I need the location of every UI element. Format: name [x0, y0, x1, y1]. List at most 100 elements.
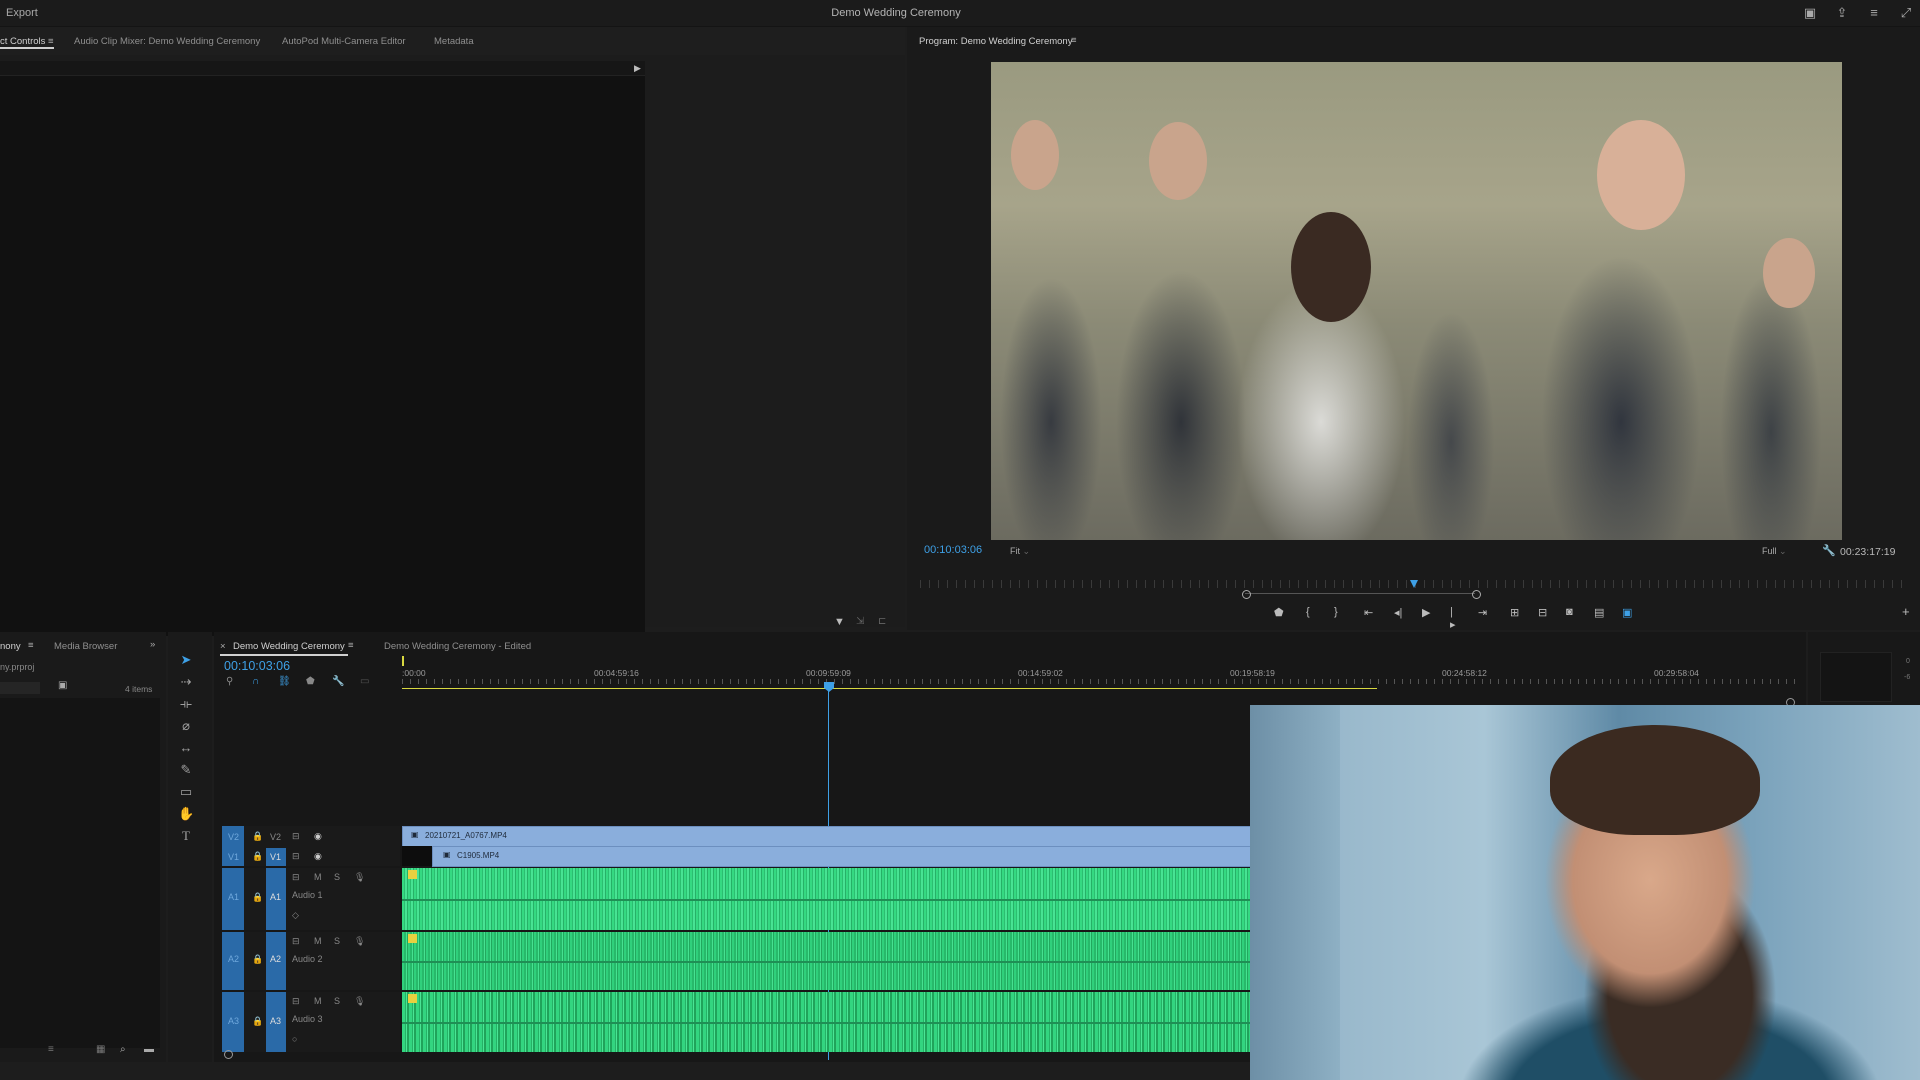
work-area-bar[interactable]: [402, 688, 1377, 689]
lock-icon[interactable]: 🔒: [252, 892, 263, 903]
track-target-a1[interactable]: A1: [266, 868, 286, 930]
mute-button[interactable]: M: [314, 996, 322, 1006]
sync-lock-icon[interactable]: ⊟: [292, 872, 300, 883]
settings-small-icon[interactable]: ⊏: [878, 616, 886, 627]
export-frame-icon[interactable]: ⇲: [856, 616, 864, 627]
hand-tool-icon[interactable]: ✋: [178, 806, 194, 822]
track-target-v2[interactable]: V2: [266, 826, 286, 848]
wrench-icon[interactable]: 🔧: [1822, 544, 1836, 557]
filter-icon[interactable]: ▼: [834, 616, 845, 628]
zoom-handle-right[interactable]: [1472, 590, 1481, 599]
audio-clip-a2[interactable]: [402, 932, 1252, 990]
linked-selection-icon[interactable]: ⛓: [278, 676, 291, 687]
play-icon[interactable]: ▶: [1422, 606, 1430, 619]
fit-dropdown[interactable]: Fit ⌄: [1010, 546, 1030, 557]
tab-timeline-edited[interactable]: Demo Wedding Ceremony - Edited: [384, 641, 531, 652]
track-target-a3[interactable]: A3: [266, 992, 286, 1052]
zoom-bar[interactable]: [1245, 593, 1475, 594]
sync-lock-icon[interactable]: ⊟: [292, 831, 300, 842]
type-tool-icon[interactable]: T: [178, 828, 194, 844]
lock-icon[interactable]: 🔒: [252, 1016, 263, 1027]
audio-clip-a1[interactable]: [402, 868, 1252, 930]
timeline-settings-icon[interactable]: 🔧: [332, 676, 344, 687]
solo-button[interactable]: S: [334, 996, 340, 1006]
tab-program-monitor[interactable]: Program: Demo Wedding Ceremony: [919, 36, 1072, 47]
share-icon[interactable]: ⇪: [1834, 5, 1850, 21]
project-search-input[interactable]: [0, 682, 40, 694]
fullscreen-icon[interactable]: ⤢: [1898, 5, 1914, 21]
voiceover-icon[interactable]: 🎙: [354, 936, 365, 947]
timeline-ruler[interactable]: :00:00 00:04:59:16 00:09:59:09 00:14:59:…: [402, 656, 1802, 696]
program-video-frame[interactable]: [991, 62, 1842, 540]
voiceover-icon[interactable]: 🎙: [354, 872, 365, 883]
icon-view-icon[interactable]: ▦: [96, 1044, 105, 1055]
slip-tool-icon[interactable]: ↔: [178, 740, 194, 755]
video-clip-v1[interactable]: ▣ C1905.MP4: [432, 846, 1254, 867]
tab-metadata[interactable]: Metadata: [434, 36, 474, 47]
mark-out-icon[interactable]: }: [1334, 606, 1338, 618]
eye-icon[interactable]: ◉: [314, 851, 322, 862]
tab-project[interactable]: nony: [0, 641, 21, 652]
voiceover-icon[interactable]: 🎙: [354, 996, 365, 1007]
solo-button[interactable]: S: [334, 872, 340, 882]
timeline-menu-icon[interactable]: ≡: [348, 640, 354, 651]
mute-button[interactable]: M: [314, 872, 322, 882]
track-select-tool-icon[interactable]: ⇢: [178, 674, 194, 690]
quality-dropdown[interactable]: Full ⌄: [1762, 546, 1787, 557]
program-menu-icon[interactable]: ≡: [1071, 35, 1077, 46]
menu-icon[interactable]: ≡: [1866, 5, 1882, 21]
timeline-zoom-handle[interactable]: [224, 1050, 233, 1059]
rectangle-tool-icon[interactable]: ▭: [178, 784, 194, 800]
panel-menu-icon[interactable]: ≡: [48, 36, 54, 47]
go-to-out-icon[interactable]: ⇥: [1478, 606, 1487, 619]
keyframe-icon[interactable]: ◇: [292, 910, 299, 921]
pen-tool-icon[interactable]: ✎: [178, 762, 194, 778]
new-bin-icon[interactable]: ▣: [58, 680, 67, 691]
go-to-in-icon[interactable]: ⇤: [1364, 606, 1373, 619]
more-panels-icon[interactable]: »: [150, 639, 155, 650]
sync-lock-icon[interactable]: ⊟: [292, 851, 300, 862]
lock-icon[interactable]: 🔒: [252, 831, 263, 842]
ripple-edit-tool-icon[interactable]: ⟛: [178, 696, 194, 712]
timeline-current-time[interactable]: 00:10:03:06: [224, 659, 290, 673]
nest-icon[interactable]: ⚲: [226, 676, 233, 687]
new-folder-icon[interactable]: ▬: [144, 1044, 154, 1055]
extract-icon[interactable]: ⊟: [1538, 606, 1547, 619]
comparison-view-icon[interactable]: ▤: [1594, 606, 1604, 619]
eye-icon[interactable]: ◉: [314, 831, 322, 842]
program-current-time[interactable]: 00:10:03:06: [924, 544, 982, 556]
snap-icon[interactable]: ∩: [252, 676, 259, 687]
step-forward-icon[interactable]: |▸: [1450, 606, 1456, 631]
camera-icon[interactable]: ◙: [1566, 606, 1573, 618]
tab-effect-controls[interactable]: ct Controls: [0, 36, 45, 47]
step-back-icon[interactable]: ◂|: [1394, 606, 1402, 619]
sync-lock-icon[interactable]: ⊟: [292, 996, 300, 1007]
sync-lock-icon[interactable]: ⊟: [292, 936, 300, 947]
keyframe-icon[interactable]: ○: [292, 1034, 297, 1044]
razor-tool-icon[interactable]: ⌀: [178, 718, 194, 734]
tab-timeline-sequence[interactable]: Demo Wedding Ceremony: [233, 641, 345, 652]
search-icon[interactable]: ⌕: [120, 1044, 126, 1055]
solo-button[interactable]: S: [334, 936, 340, 946]
expand-arrow-icon[interactable]: ▶: [634, 63, 641, 74]
mute-button[interactable]: M: [314, 936, 322, 946]
track-target-v1[interactable]: V1: [266, 848, 286, 866]
add-marker-icon[interactable]: ⬟: [1274, 606, 1284, 619]
tab-autopod-multicam[interactable]: AutoPod Multi-Camera Editor: [282, 36, 406, 47]
add-button-icon[interactable]: +: [1902, 604, 1910, 619]
track-target-a2[interactable]: A2: [266, 932, 286, 990]
project-menu-icon[interactable]: ≡: [28, 640, 34, 651]
lift-icon[interactable]: ⊞: [1510, 606, 1519, 619]
audio-clip-a3[interactable]: [402, 992, 1252, 1052]
lock-icon[interactable]: 🔒: [252, 954, 263, 965]
tab-audio-clip-mixer[interactable]: Audio Clip Mixer: Demo Wedding Ceremony: [74, 36, 260, 47]
tab-media-browser[interactable]: Media Browser: [54, 641, 117, 652]
list-view-icon[interactable]: ≡: [48, 1044, 54, 1055]
selection-tool-icon[interactable]: ➤: [178, 652, 194, 668]
captions-icon[interactable]: ▭: [360, 676, 369, 687]
lock-icon[interactable]: 🔒: [252, 851, 263, 862]
add-marker-timeline-icon[interactable]: ⬟: [306, 676, 315, 687]
video-clip-v2[interactable]: ▣ 20210721_A0767.MP4: [402, 826, 1254, 847]
mark-in-icon[interactable]: {: [1306, 606, 1310, 618]
close-tab-icon[interactable]: ×: [220, 641, 226, 652]
